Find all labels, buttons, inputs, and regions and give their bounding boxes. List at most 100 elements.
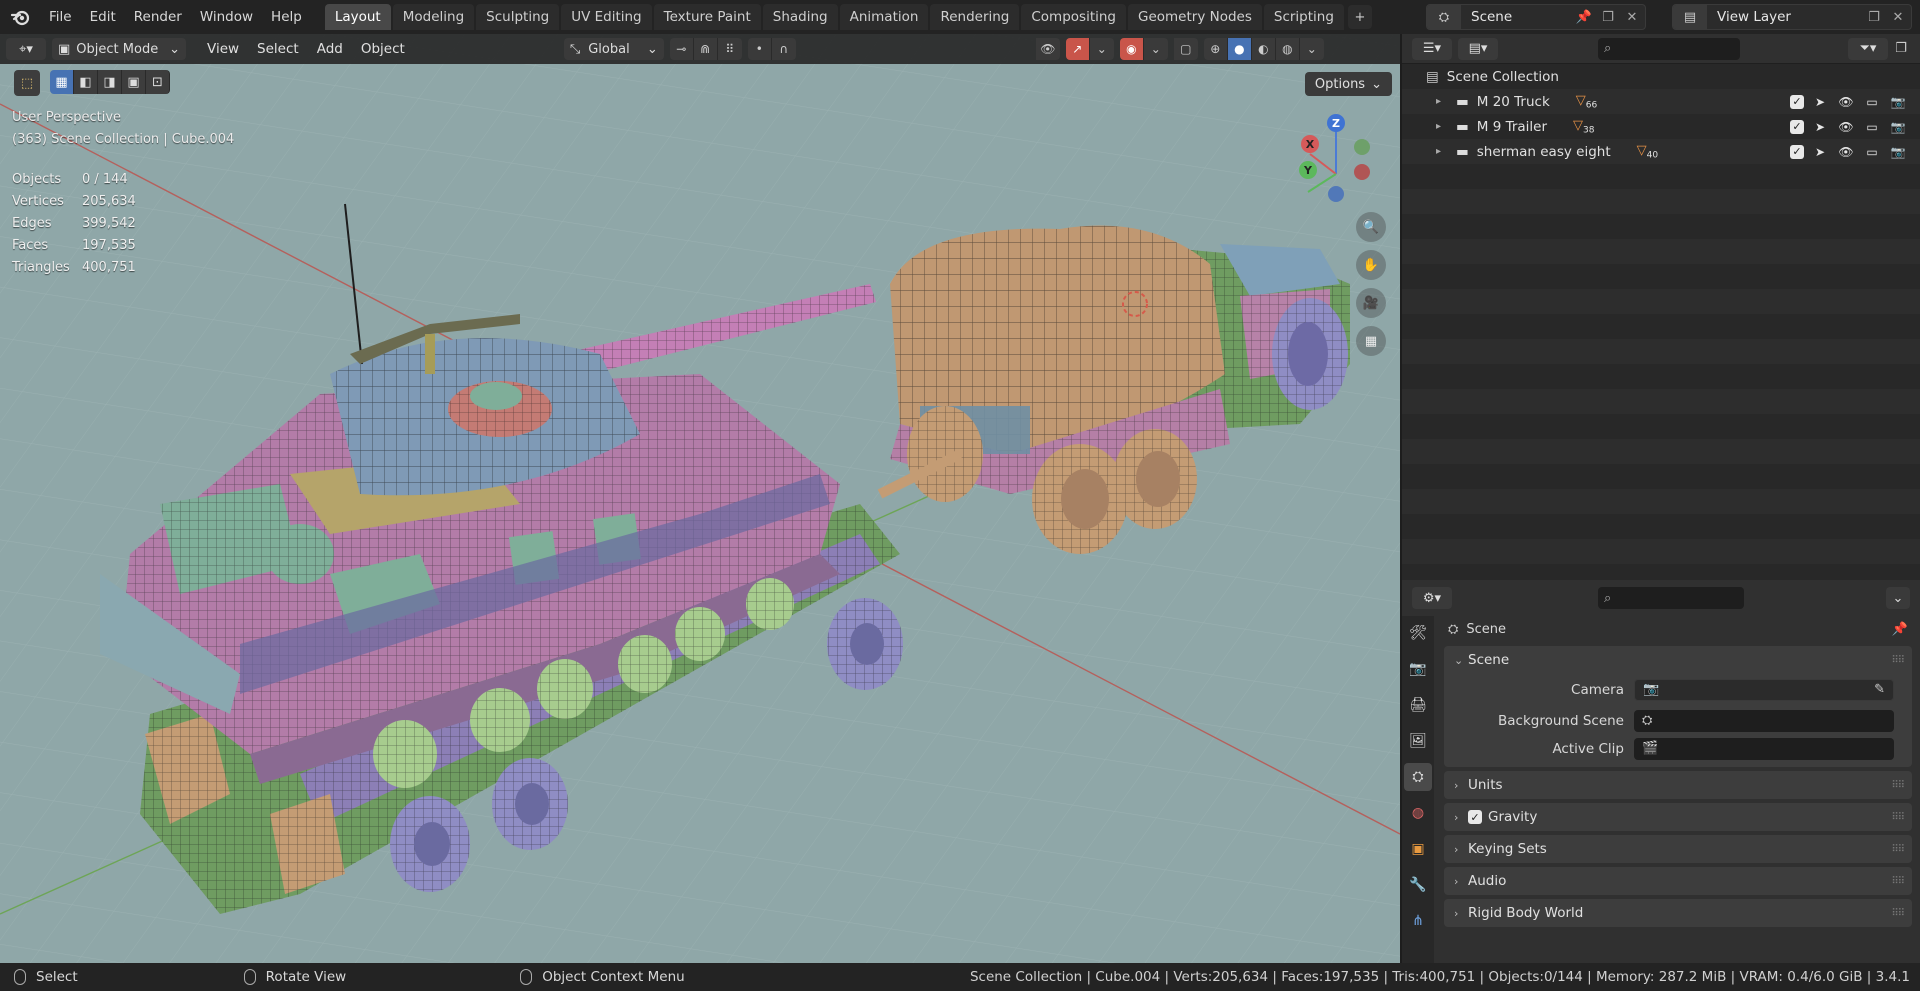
camera-view-icon[interactable]: 🎥: [1356, 288, 1386, 318]
perspective-toggle-icon[interactable]: ▦: [1356, 326, 1386, 356]
rigid-body-world-panel-header[interactable]: › Rigid Body World ⠿⠿: [1444, 899, 1912, 927]
rendered-shading-icon[interactable]: ◍: [1275, 38, 1300, 60]
select-tool-icon[interactable]: ⬚: [14, 70, 40, 96]
select-extend-icon[interactable]: ◧: [74, 70, 98, 94]
gravity-checkbox[interactable]: ✓: [1468, 810, 1482, 824]
properties-search-input[interactable]: ⌕: [1598, 587, 1744, 609]
chevron-down-icon[interactable]: ⌄: [1143, 38, 1168, 60]
camera-render-icon[interactable]: 📷: [1888, 144, 1908, 160]
overlays-icon[interactable]: ◉: [1119, 38, 1144, 60]
add-workspace-button[interactable]: +: [1347, 5, 1372, 29]
delete-scene-icon[interactable]: ✕: [1621, 6, 1643, 28]
outliner-search-input[interactable]: ⌕: [1598, 37, 1740, 60]
modifier-tab-icon[interactable]: 🔧: [1404, 871, 1432, 899]
viewport-scene[interactable]: Z X Y: [0, 34, 1400, 963]
gizmo-toggle-icon[interactable]: ↗: [1065, 38, 1090, 60]
outliner-editor-type-icon[interactable]: ☰▾: [1412, 37, 1452, 60]
chevron-down-icon[interactable]: ⌄: [1886, 587, 1910, 609]
new-collection-icon[interactable]: ❐: [1888, 41, 1914, 56]
xray-icon[interactable]: ▢: [1173, 38, 1198, 60]
tab-rendering[interactable]: Rendering: [930, 4, 1020, 30]
exclude-checkbox[interactable]: ✓: [1790, 94, 1804, 109]
viewport-menu-object[interactable]: Object: [352, 41, 414, 57]
viewport-menu-add[interactable]: Add: [308, 41, 352, 57]
world-tab-icon[interactable]: ◍: [1404, 799, 1432, 827]
audio-panel-header[interactable]: › Audio ⠿⠿: [1444, 867, 1912, 895]
tab-shading[interactable]: Shading: [762, 4, 838, 30]
exclude-checkbox[interactable]: ✓: [1790, 119, 1804, 134]
tab-animation[interactable]: Animation: [839, 4, 929, 30]
selectable-arrow-icon[interactable]: ➤: [1810, 119, 1830, 135]
menu-help[interactable]: Help: [262, 9, 311, 25]
options-dropdown[interactable]: Options ⌄: [1304, 72, 1392, 96]
tab-geometry-nodes[interactable]: Geometry Nodes: [1128, 4, 1262, 30]
exclude-checkbox[interactable]: ✓: [1790, 144, 1804, 159]
blender-logo-icon[interactable]: [10, 6, 32, 28]
active-clip-field[interactable]: 🎬: [1634, 737, 1894, 760]
proportional-edit-icon[interactable]: •: [747, 38, 772, 60]
monitor-icon[interactable]: ▭: [1862, 94, 1882, 110]
eye-icon[interactable]: 👁: [1836, 144, 1856, 160]
drag-handle-icon[interactable]: ⠿⠿: [1891, 655, 1905, 666]
select-invert-icon[interactable]: ▣: [122, 70, 146, 94]
options-label[interactable]: Options: [1315, 77, 1365, 92]
pin-icon[interactable]: 📌: [1573, 6, 1595, 28]
material-shading-icon[interactable]: ◐: [1251, 38, 1276, 60]
object-tab-icon[interactable]: ▣: [1404, 835, 1432, 863]
orientation-label[interactable]: Global: [588, 42, 629, 57]
editor-type-button[interactable]: ⌖▾: [6, 38, 46, 60]
zoom-icon[interactable]: 🔍: [1356, 212, 1386, 242]
chevron-down-icon[interactable]: ⌄: [1089, 38, 1114, 60]
tab-modeling[interactable]: Modeling: [392, 4, 475, 30]
tool-tab-icon[interactable]: 🛠: [1404, 619, 1432, 647]
scene-panel-header[interactable]: ⌄ Scene ⠿⠿: [1444, 646, 1912, 674]
gravity-panel-header[interactable]: › ✓ Gravity ⠿⠿: [1444, 803, 1912, 831]
outliner-scene-collection[interactable]: ▤ Scene Collection: [1402, 64, 1920, 89]
new-scene-icon[interactable]: ❐: [1597, 6, 1619, 28]
menu-file[interactable]: File: [40, 9, 81, 25]
view-layer-tab-icon[interactable]: 🖼: [1404, 727, 1432, 755]
snap-target-icon[interactable]: ⠿: [717, 38, 742, 60]
drag-handle-icon[interactable]: ⠿⠿: [1891, 876, 1905, 887]
chevron-down-icon[interactable]: ⌄: [1299, 38, 1324, 60]
menu-edit[interactable]: Edit: [81, 9, 125, 25]
view-layer-selector[interactable]: ▤ View Layer ❐ ✕: [1672, 4, 1912, 30]
camera-render-icon[interactable]: 📷: [1888, 119, 1908, 135]
tab-compositing[interactable]: Compositing: [1021, 4, 1126, 30]
pivot-icon[interactable]: ⊸: [669, 38, 694, 60]
eye-icon[interactable]: 👁: [1836, 119, 1856, 135]
outliner-item-m20-truck[interactable]: ▸ ▬ M 20 Truck ▽66 ✓ ➤ 👁 ▭ 📷: [1402, 89, 1920, 114]
tab-texture-paint[interactable]: Texture Paint: [653, 4, 761, 30]
snap-magnet-icon[interactable]: ⋒: [693, 38, 718, 60]
camera-render-icon[interactable]: 📷: [1888, 94, 1908, 110]
selectable-arrow-icon[interactable]: ➤: [1810, 144, 1830, 160]
keying-sets-panel-header[interactable]: › Keying Sets ⠿⠿: [1444, 835, 1912, 863]
drag-handle-icon[interactable]: ⠿⠿: [1891, 812, 1905, 823]
expand-arrow-icon[interactable]: ▸: [1436, 146, 1452, 157]
outliner-item-m9-trailer[interactable]: ▸ ▬ M 9 Trailer ▽38 ✓ ➤ 👁 ▭ 📷: [1402, 114, 1920, 139]
expand-arrow-icon[interactable]: ▸: [1436, 96, 1452, 107]
pan-hand-icon[interactable]: ✋: [1356, 250, 1386, 280]
selectability-icon[interactable]: 👁: [1035, 38, 1060, 60]
tab-scripting[interactable]: Scripting: [1263, 4, 1344, 30]
monitor-icon[interactable]: ▭: [1862, 144, 1882, 160]
menu-window[interactable]: Window: [191, 9, 262, 25]
units-panel-header[interactable]: › Units ⠿⠿: [1444, 771, 1912, 799]
tab-uv-editing[interactable]: UV Editing: [561, 4, 652, 30]
pin-icon[interactable]: 📌: [1892, 622, 1908, 637]
camera-field[interactable]: 📷 ✎: [1634, 678, 1894, 701]
drag-handle-icon[interactable]: ⠿⠿: [1891, 780, 1905, 791]
select-new-icon[interactable]: ▦: [50, 70, 74, 94]
eye-icon[interactable]: 👁: [1836, 94, 1856, 110]
falloff-icon[interactable]: ∩: [771, 38, 796, 60]
output-tab-icon[interactable]: 🖨: [1404, 691, 1432, 719]
scene-selector[interactable]: ⛭ Scene 📌 ❐ ✕: [1426, 4, 1646, 30]
properties-editor-type-icon[interactable]: ⚙▾: [1412, 587, 1452, 609]
transform-orientation-dropdown[interactable]: ⤡ Global ⌄: [563, 38, 664, 60]
expand-arrow-icon[interactable]: ▸: [1436, 121, 1452, 132]
background-scene-field[interactable]: ⛭: [1634, 709, 1894, 732]
drag-handle-icon[interactable]: ⠿⠿: [1891, 908, 1905, 919]
scene-tab-icon[interactable]: ⛭: [1404, 763, 1432, 791]
new-view-layer-icon[interactable]: ❐: [1863, 6, 1885, 28]
display-mode-icon[interactable]: ▤▾: [1458, 37, 1498, 60]
